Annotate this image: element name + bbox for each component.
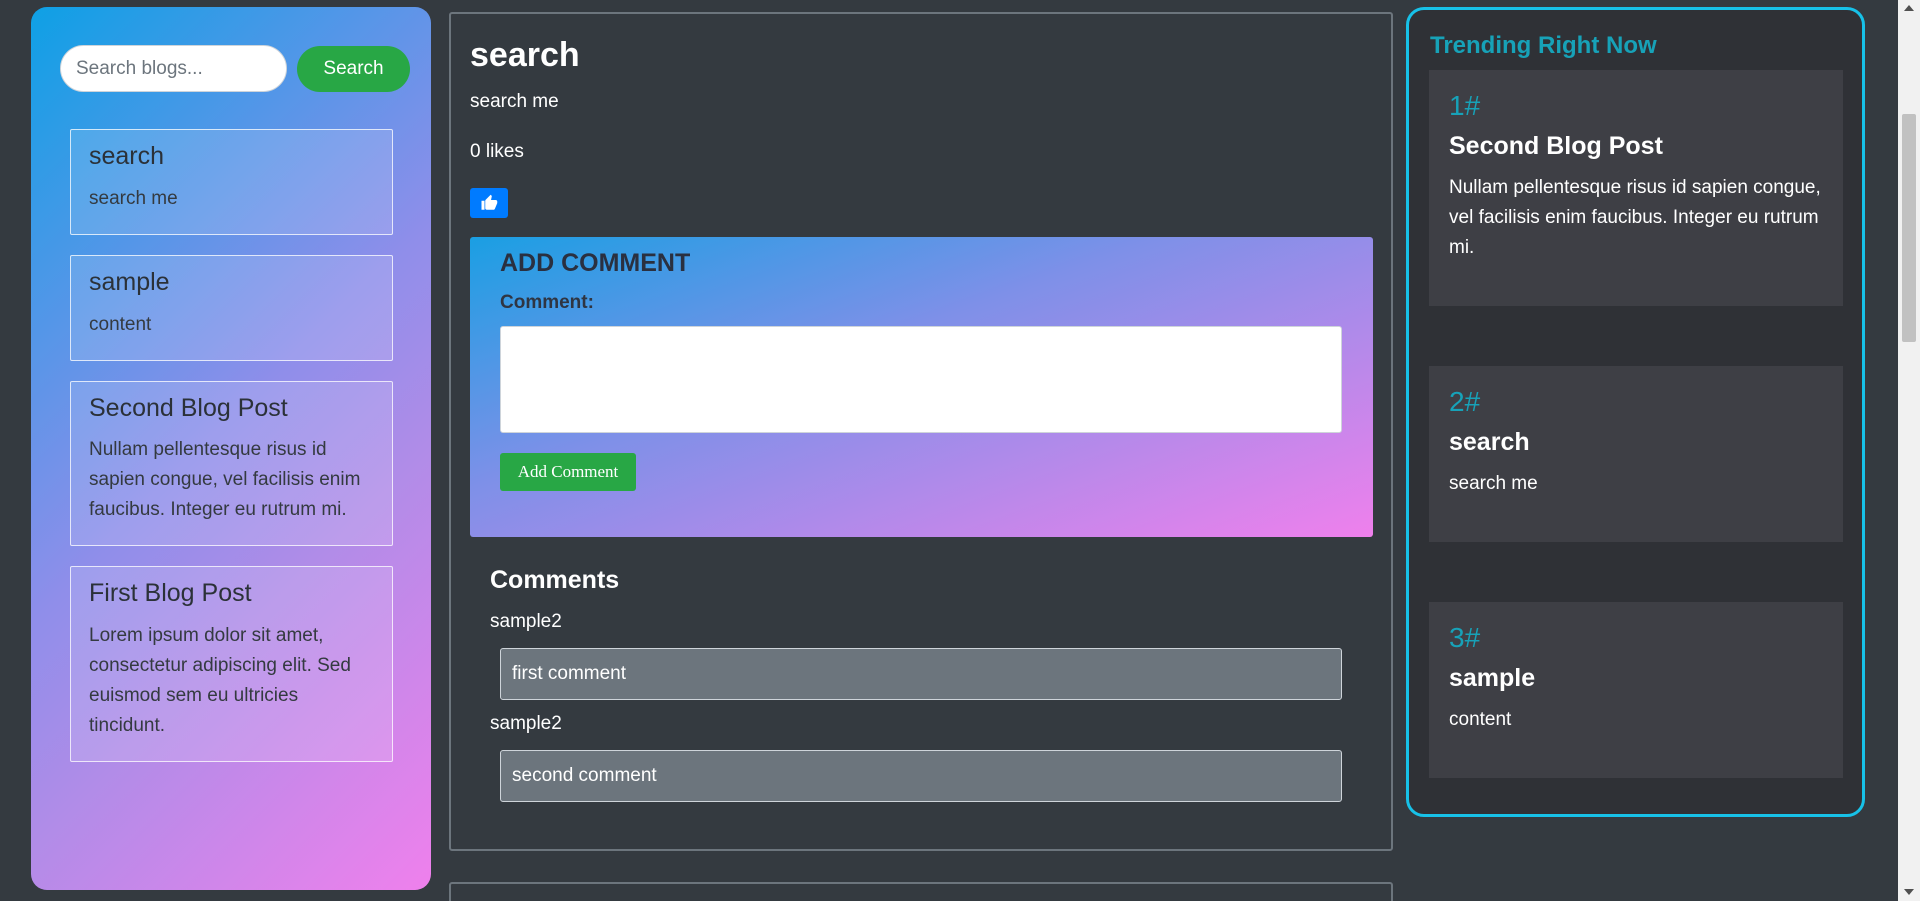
next-post-panel [449,882,1393,901]
comment-author: sample2 [490,611,562,632]
search-input[interactable] [60,45,287,92]
add-comment-button[interactable]: Add Comment [500,453,636,491]
trending-excerpt: content [1449,709,1512,730]
post-detail-panel: search search me 0 likes ADD COMMENT Com… [449,12,1393,851]
trending-heading: Trending Right Now [1430,32,1657,59]
comment-text: second comment [500,750,1342,802]
list-item[interactable]: sample content [70,254,393,361]
trending-item[interactable]: 2# search search me [1429,366,1843,542]
list-item[interactable]: First Blog Post Lorem ipsum dolor sit am… [70,566,393,762]
post-card-excerpt: search me [89,187,178,209]
trending-excerpt: search me [1449,473,1538,494]
trending-title: Second Blog Post [1449,132,1663,160]
post-card-excerpt: Lorem ipsum dolor sit amet, consectetur … [89,625,351,736]
list-item[interactable]: Second Blog Post Nullam pellentesque ris… [70,380,393,547]
trending-rank: 2# [1449,386,1481,417]
add-comment-form: ADD COMMENT Comment: Add Comment [470,237,1373,537]
trending-rank: 3# [1449,622,1481,653]
scroll-thumb[interactable] [1902,114,1916,342]
comment-textarea[interactable] [500,326,1342,433]
sidebar: Search search search me sample content S… [31,7,431,890]
comment-label: Comment: [500,292,594,313]
scroll-up-arrow-icon[interactable] [1904,5,1914,11]
comment-author: sample2 [490,713,562,734]
comment-text: first comment [500,648,1342,700]
trending-title: sample [1449,664,1536,692]
likes-count: 0 likes [470,141,524,162]
like-button[interactable] [470,188,508,218]
trending-panel: Trending Right Now 1# Second Blog Post N… [1406,7,1865,817]
post-card-excerpt: content [89,313,152,335]
page-scrollbar[interactable] [1898,0,1920,901]
trending-excerpt: Nullam pellentesque risus id sapien cong… [1449,177,1821,258]
thumbs-up-icon [481,194,498,210]
scroll-down-arrow-icon[interactable] [1904,889,1914,895]
post-card-title: search [89,142,165,170]
post-body: search me [470,91,559,112]
trending-title: search [1449,428,1530,456]
post-title: search [470,36,580,74]
search-button[interactable]: Search [297,45,410,92]
trending-rank: 1# [1449,90,1481,121]
list-item[interactable]: search search me [70,129,393,235]
add-comment-heading: ADD COMMENT [500,249,691,277]
search-bar: Search [60,45,410,92]
post-card-excerpt: Nullam pellentesque risus id sapien cong… [89,439,361,521]
trending-item[interactable]: 1# Second Blog Post Nullam pellentesque … [1429,70,1843,306]
blog-post-list: search search me sample content Second B… [70,129,393,782]
comments-heading: Comments [490,566,620,594]
post-card-title: Second Blog Post [89,393,288,422]
trending-item[interactable]: 3# sample content [1429,602,1843,778]
post-card-title: First Blog Post [89,579,252,608]
post-card-title: sample [89,267,170,296]
